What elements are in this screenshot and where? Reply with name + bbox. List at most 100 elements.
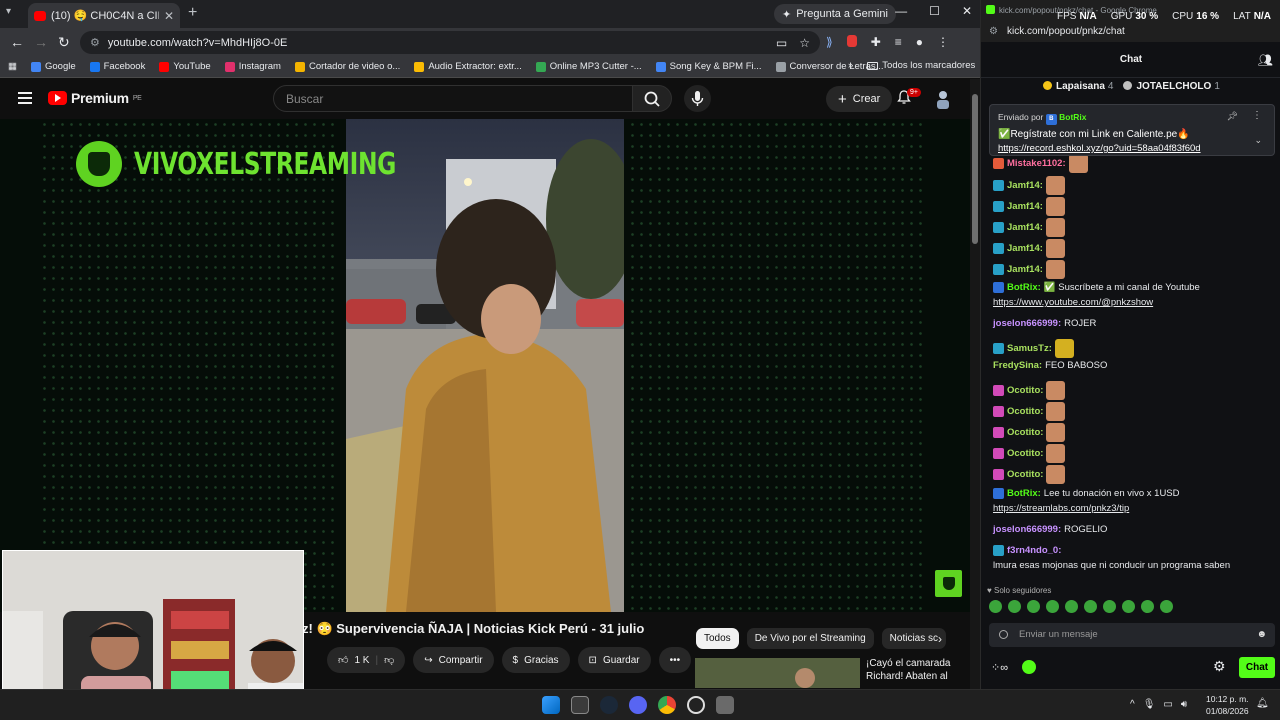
account-avatar-icon[interactable]	[934, 89, 952, 109]
recommended-video-title[interactable]: ¡Cayó el camarada Richard! Abaten al	[866, 657, 966, 683]
system-clock[interactable]: 10:12 p. m. 01/08/2026	[1206, 693, 1249, 717]
menu-icon[interactable]	[18, 92, 32, 107]
extension-red-icon[interactable]	[846, 35, 857, 47]
chat-username[interactable]: Ocotito:	[1007, 427, 1043, 438]
new-tab-icon[interactable]: +	[188, 4, 197, 22]
top-gifter[interactable]: Lapaisana 4	[1043, 81, 1113, 92]
page-scrollbar[interactable]	[970, 79, 980, 689]
chip-0[interactable]: Todos	[696, 628, 739, 649]
chat-username[interactable]: Jamf14:	[1007, 201, 1043, 212]
send-chat-button[interactable]: Chat	[1239, 657, 1275, 678]
back-icon[interactable]: ←	[10, 34, 24, 50]
chat-username[interactable]: Ocotito:	[1007, 385, 1043, 396]
start-menu-icon[interactable]	[542, 696, 560, 714]
task-view-icon[interactable]	[571, 696, 589, 714]
snipping-tool-icon[interactable]	[716, 696, 734, 714]
pinned-link[interactable]: https://record.eshkol.xyz/go?uid=58aa04f…	[998, 143, 1201, 154]
all-bookmarks-folder[interactable]: Todos los marcadores	[867, 60, 975, 71]
create-button[interactable]: + Crear	[826, 86, 893, 112]
search-input[interactable]: Buscar	[273, 85, 633, 112]
emote-9[interactable]	[1141, 600, 1154, 613]
network-icon[interactable]: ▭	[1163, 699, 1172, 710]
extensions-puzzle-icon[interactable]: ✚	[871, 35, 881, 49]
cast-icon[interactable]: ▭	[776, 36, 787, 50]
emote-1[interactable]	[989, 600, 1002, 613]
emote-3[interactable]	[1027, 600, 1040, 613]
pinned-expand-icon[interactable]: ⌄	[1254, 135, 1262, 146]
tab-close-icon[interactable]: ✕	[164, 9, 174, 23]
tab-active[interactable]: (10) 🤤 CH0C4N a CIRILO 🤌 ✕	[28, 3, 180, 28]
chat-settings-icon[interactable]: ⚙	[1213, 658, 1226, 675]
kick-address-bar[interactable]: ⚙ kick.com/popout/pnkz/chat	[981, 22, 1280, 42]
chat-tools-icon[interactable]: ⁘∞	[991, 661, 1008, 674]
chat-username[interactable]: Ocotito:	[1007, 448, 1043, 459]
search-button[interactable]	[632, 85, 672, 112]
chat-username[interactable]: Jamf14:	[1007, 180, 1043, 191]
chat-link[interactable]: https://www.youtube.com/@pnkzshow	[993, 297, 1153, 308]
profile-icon[interactable]: ●	[916, 35, 923, 49]
top-gifter[interactable]: JOTAELCHOLO 1	[1123, 81, 1220, 92]
emote-5[interactable]	[1065, 600, 1078, 613]
chips-next-icon[interactable]: ›	[938, 632, 942, 646]
emote-2[interactable]	[1008, 600, 1021, 613]
chat-username[interactable]: Ocotito:	[1007, 469, 1043, 480]
extension-translate-icon[interactable]: ⟫	[826, 35, 833, 49]
chat-username[interactable]: SamusTz:	[1007, 343, 1052, 354]
chat-username[interactable]: BotRix:	[1007, 282, 1041, 293]
bookmark-item[interactable]: Song Key & BPM Fi...	[655, 61, 762, 72]
share-button[interactable]: ↪ Compartir	[413, 647, 494, 673]
chip-2[interactable]: Noticias sc	[881, 628, 947, 649]
chat-username[interactable]: Jamf14:	[1007, 243, 1043, 254]
apps-grid-icon[interactable]: ▦	[8, 61, 17, 72]
minimize-icon[interactable]: —	[895, 4, 907, 18]
steam-icon[interactable]	[600, 696, 618, 714]
pin-icon[interactable]: 📌︎	[1227, 111, 1238, 122]
maximize-icon[interactable]: ☐	[929, 4, 940, 18]
site-settings-icon[interactable]: ⚙	[989, 26, 998, 37]
kick-points-icon[interactable]	[1022, 660, 1037, 674]
thumbs-down-icon[interactable]: 👎︎	[384, 654, 394, 666]
pinned-menu-icon[interactable]: ⋮	[1252, 110, 1262, 121]
emote-10[interactable]	[1160, 600, 1173, 613]
more-actions-button[interactable]: •••	[658, 647, 692, 673]
volume-icon[interactable]: 🔊︎	[1181, 699, 1187, 710]
bookmark-item[interactable]: Cortador de video o...	[294, 61, 400, 72]
chat-users-icon[interactable]: 👥︎	[1258, 53, 1273, 67]
bookmark-item[interactable]: Instagram	[224, 61, 281, 72]
thanks-button[interactable]: $ Gracias	[501, 647, 570, 673]
chat-username[interactable]: BotRix:	[1007, 488, 1041, 499]
emote-7[interactable]	[1103, 600, 1116, 613]
discord-icon[interactable]	[629, 696, 647, 714]
tray-overflow-icon[interactable]: ^	[1130, 699, 1135, 710]
recommended-video-thumbnail[interactable]	[695, 658, 860, 688]
bookmark-item[interactable]: Online MP3 Cutter -...	[535, 61, 642, 72]
chat-username[interactable]: Ocotito:	[1007, 406, 1043, 417]
obs-icon[interactable]	[687, 696, 705, 714]
chat-username[interactable]: Jamf14:	[1007, 264, 1043, 275]
tray-mic-icon[interactable]: 🎙︎	[1143, 699, 1156, 710]
chat-link[interactable]: https://streamlabs.com/pnkz3/tip	[993, 503, 1129, 514]
emoji-picker-icon[interactable]: ☻	[1256, 629, 1267, 640]
chip-1[interactable]: De Vivo por el Streaming	[746, 628, 874, 649]
gemini-button[interactable]: ✦ Pregunta a Gemini	[774, 4, 896, 24]
reload-icon[interactable]: ↻	[58, 34, 70, 51]
chat-username[interactable]: Mistake1102:	[1007, 158, 1066, 169]
bookmark-item[interactable]: Google	[30, 61, 76, 72]
chat-username[interactable]: f3rn4ndo_0:	[1007, 545, 1061, 556]
site-info-icon[interactable]: ⚙	[90, 36, 100, 49]
emote-6[interactable]	[1084, 600, 1097, 613]
video-player[interactable]: VIVOXELSTREAMING	[0, 119, 970, 612]
voice-search-button[interactable]	[684, 85, 711, 112]
pinned-author[interactable]: BotRix	[1059, 112, 1086, 122]
chat-username[interactable]: FredySina:	[993, 360, 1042, 371]
bookmark-item[interactable]: Audio Extractor: extr...	[414, 61, 522, 72]
emote-8[interactable]	[1122, 600, 1135, 613]
more-bookmarks-icon[interactable]: »	[848, 60, 853, 71]
chrome-icon[interactable]	[658, 696, 676, 714]
reading-list-icon[interactable]: ≡	[895, 35, 902, 49]
chrome-menu-icon[interactable]: ⋮	[937, 35, 949, 49]
bookmark-star-icon[interactable]: ☆	[799, 36, 810, 50]
forward-icon[interactable]: →	[34, 34, 48, 50]
emote-4[interactable]	[1046, 600, 1059, 613]
tab-search-icon[interactable]: ▾	[6, 6, 11, 17]
